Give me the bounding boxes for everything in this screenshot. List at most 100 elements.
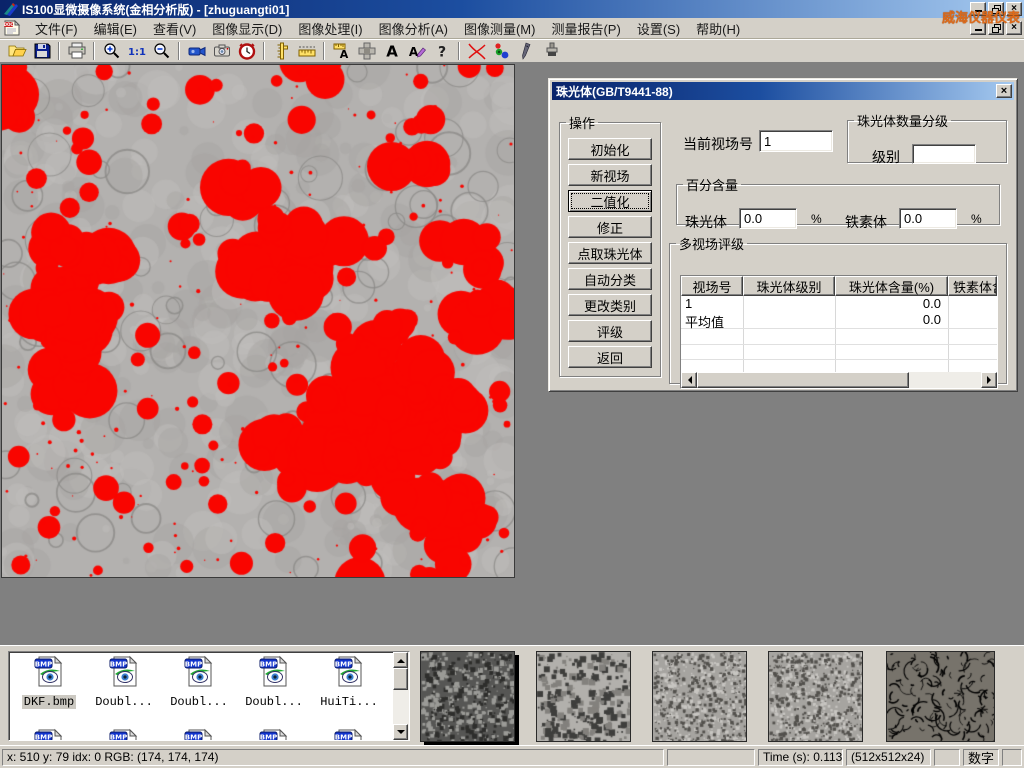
menu-settings[interactable]: 设置(S)	[629, 18, 688, 39]
mode-panel: 数字	[963, 749, 999, 766]
menu-file[interactable]: 文件(F)	[27, 18, 86, 39]
current-field-label: 当前视场号	[683, 134, 753, 154]
text-annotation-button[interactable]: A	[379, 40, 404, 62]
length-measure-button[interactable]	[294, 40, 319, 62]
file-name[interactable]: HuiTi...	[318, 695, 380, 709]
auto-classify-button[interactable]: 自动分类	[568, 268, 652, 290]
table-horizontal-scrollbar[interactable]	[681, 372, 997, 388]
delete-measure-button[interactable]	[464, 40, 489, 62]
column-pearlite-grade[interactable]: 珠光体级别	[743, 276, 835, 296]
current-field-input[interactable]	[759, 130, 833, 152]
rate-button[interactable]: 评级	[568, 320, 652, 342]
menu-image-analysis[interactable]: 图像分析(A)	[371, 18, 456, 39]
menu-help[interactable]: 帮助(H)	[688, 18, 748, 39]
document-icon: DOC	[3, 20, 21, 36]
file-item[interactable]	[88, 728, 160, 741]
menu-view[interactable]: 查看(V)	[145, 18, 204, 39]
column-ferrite-content[interactable]: 铁素体含量(%)	[948, 276, 997, 296]
file-name[interactable]: Doubl...	[93, 695, 155, 709]
svg-text:A: A	[386, 42, 398, 60]
file-name[interactable]: Doubl...	[168, 695, 230, 709]
file-item[interactable]	[238, 728, 310, 741]
empty-status-panel	[934, 749, 960, 766]
file-item[interactable]: Doubl...	[88, 655, 160, 710]
ferrite-percent-input[interactable]	[899, 208, 957, 229]
thumbnail-image[interactable]	[886, 651, 995, 742]
scrollbar-thumb[interactable]	[393, 668, 408, 690]
zoom-in-button[interactable]	[99, 40, 124, 62]
file-name[interactable]: Doubl...	[243, 695, 305, 709]
thumbnail-image[interactable]	[768, 651, 863, 742]
caliper-measure-button[interactable]	[269, 40, 294, 62]
menu-report[interactable]: 测量报告(P)	[543, 18, 628, 39]
scroll-left-button[interactable]	[681, 372, 697, 388]
red-cross-icon	[466, 41, 488, 61]
save-button[interactable]	[29, 40, 54, 62]
scroll-right-button[interactable]	[981, 372, 997, 388]
column-pearlite-content[interactable]: 珠光体含量(%)	[835, 276, 948, 296]
file-item[interactable]	[313, 728, 385, 741]
thumbnail-image[interactable]	[652, 651, 747, 742]
initialize-button[interactable]: 初始化	[568, 138, 652, 160]
image-size-panel: (512x512x24)	[846, 749, 931, 766]
zoom-out-button[interactable]	[149, 40, 174, 62]
edit-annotation-button[interactable]: A	[404, 40, 429, 62]
scrollbar-thumb[interactable]	[697, 372, 909, 388]
menu-image-process[interactable]: 图像处理(I)	[290, 18, 370, 39]
file-item[interactable]: Doubl...	[238, 655, 310, 710]
table-row-field[interactable]: 1	[685, 296, 692, 311]
open-file-button[interactable]	[4, 40, 29, 62]
help-button[interactable]: ?	[429, 40, 454, 62]
point-pick-button[interactable]	[514, 40, 539, 62]
file-item[interactable]: Doubl...	[163, 655, 235, 710]
file-list-scrollbar[interactable]	[393, 652, 409, 740]
timer-button[interactable]	[234, 40, 259, 62]
svg-text:1:1: 1:1	[128, 47, 146, 58]
caliper-icon	[272, 41, 292, 61]
binarize-button[interactable]: 二值化	[568, 190, 652, 212]
thumbnail-image[interactable]	[420, 651, 515, 742]
menu-image-display[interactable]: 图像显示(D)	[204, 18, 290, 39]
table-row-field[interactable]: 平均值	[685, 312, 724, 331]
grid-merge-button[interactable]	[354, 40, 379, 62]
scroll-down-button[interactable]	[393, 724, 408, 740]
column-field-number[interactable]: 视场号	[681, 276, 743, 296]
toolbar-separator	[178, 42, 180, 60]
file-item[interactable]	[163, 728, 235, 741]
scroll-up-button[interactable]	[393, 652, 408, 668]
change-class-button[interactable]: 更改类别	[568, 294, 652, 316]
print-button[interactable]	[64, 40, 89, 62]
bmp-file-icon	[33, 655, 65, 687]
empty-status-panel	[1002, 749, 1022, 766]
floppy-icon	[32, 41, 52, 61]
thumbnail-image[interactable]	[536, 651, 631, 742]
color-classify-button[interactable]	[489, 40, 514, 62]
file-item[interactable]	[13, 728, 85, 741]
pick-pearlite-button[interactable]: 点取珠光体	[568, 242, 652, 264]
pearlite-percent-input[interactable]	[739, 208, 797, 229]
application-window: IS100显微摄像系统(金相分析版) - [zhuguangti01] × DO…	[0, 0, 1024, 768]
correct-button[interactable]: 修正	[568, 216, 652, 238]
file-name[interactable]: DKF.bmp	[22, 695, 76, 709]
dialog-close-button[interactable]: ×	[996, 84, 1012, 98]
micrograph-image[interactable]	[2, 65, 514, 577]
level-input[interactable]	[912, 144, 976, 164]
video-capture-button[interactable]	[184, 40, 209, 62]
bmp-file-icon	[108, 728, 140, 741]
camera-capture-button[interactable]	[209, 40, 234, 62]
dialog-title-bar[interactable]: 珠光体(GB/T9441-88) ×	[552, 82, 1014, 100]
scale-annotation-button[interactable]: A	[329, 40, 354, 62]
actual-size-button[interactable]: 1:1	[124, 40, 149, 62]
arrow-right-icon	[987, 376, 995, 384]
zoom-out-icon	[152, 41, 172, 61]
scrollbar-track[interactable]	[909, 372, 981, 388]
level-label: 级别	[872, 147, 900, 167]
return-button[interactable]: 返回	[568, 346, 652, 368]
file-item[interactable]: DKF.bmp	[13, 655, 85, 710]
new-field-button[interactable]: 新视场	[568, 164, 652, 186]
arrow-up-icon	[397, 655, 405, 663]
menu-image-measure[interactable]: 图像测量(M)	[456, 18, 544, 39]
file-item[interactable]: HuiTi...	[313, 655, 385, 710]
paint-fill-button[interactable]	[539, 40, 564, 62]
menu-edit[interactable]: 编辑(E)	[86, 18, 145, 39]
